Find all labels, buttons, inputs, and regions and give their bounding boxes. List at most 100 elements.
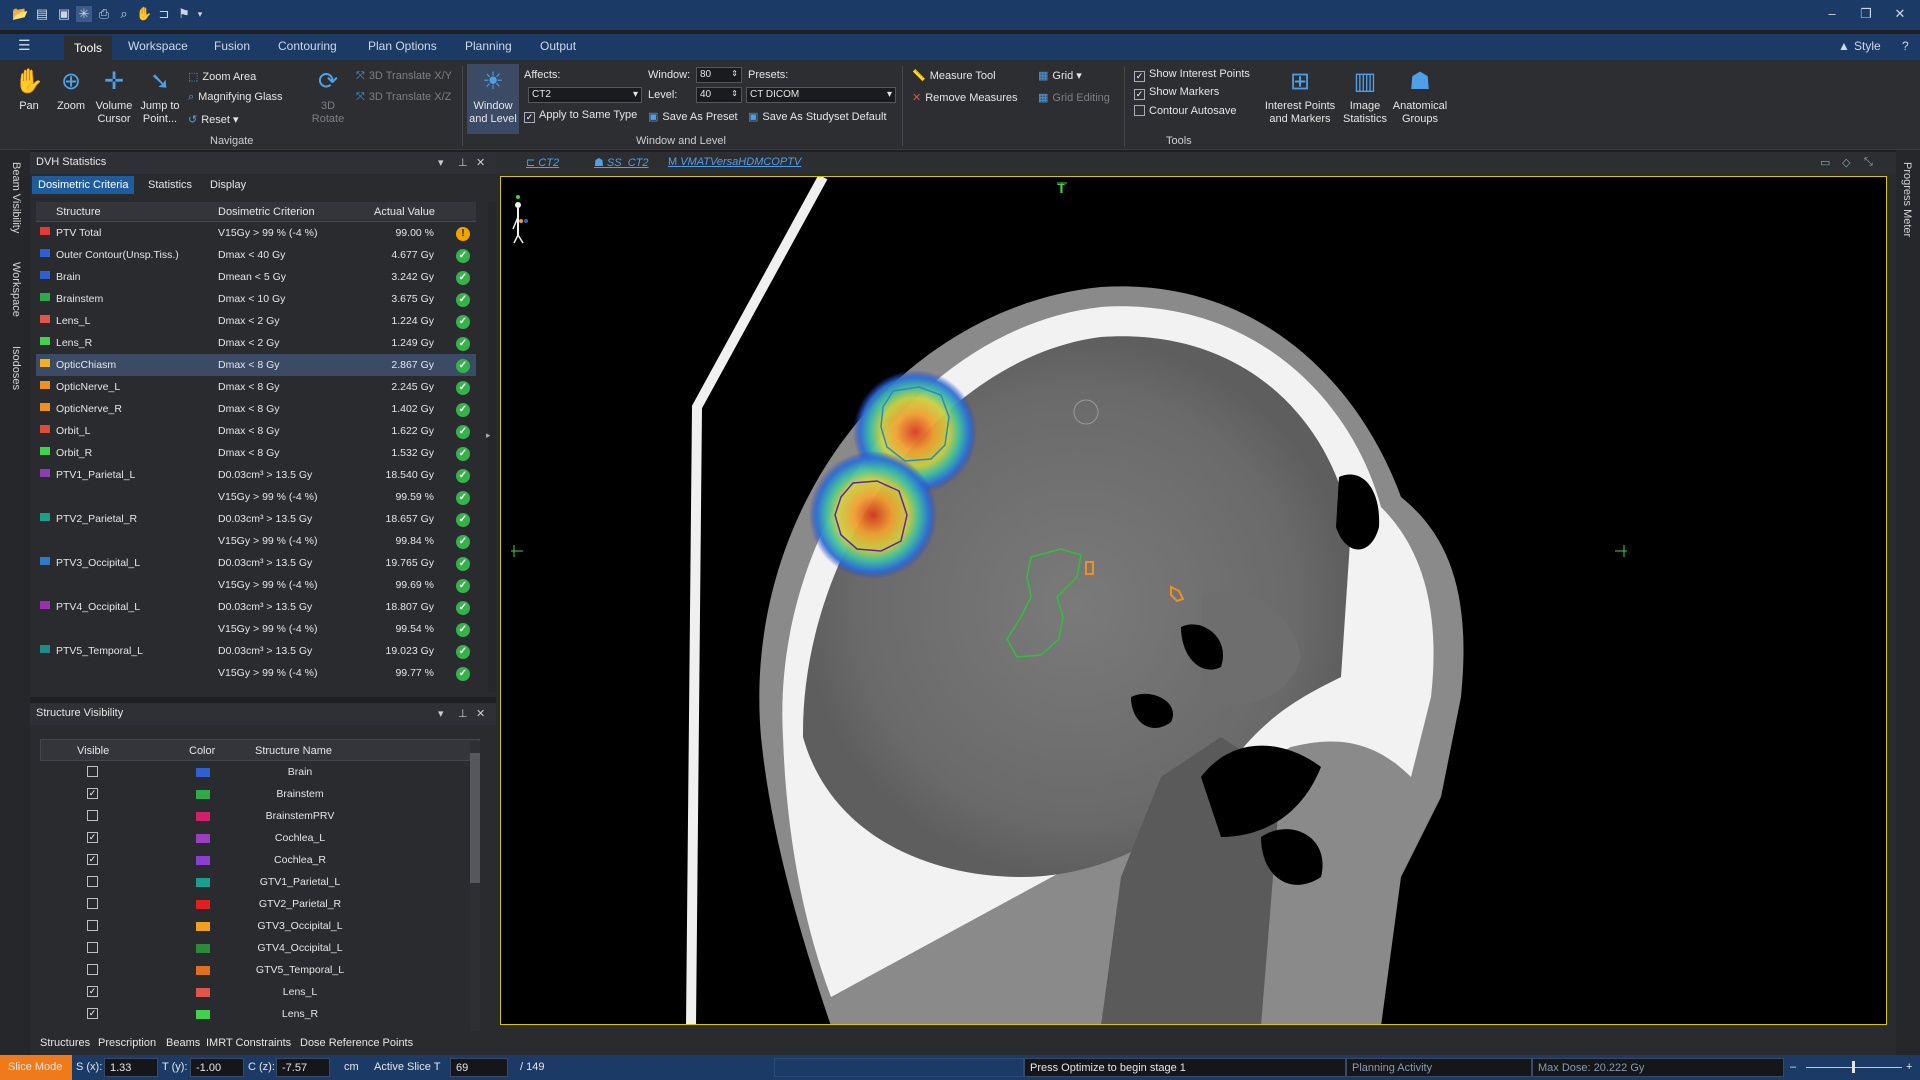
structure-color-swatch[interactable] — [196, 856, 210, 865]
structure-color-swatch[interactable] — [196, 790, 210, 799]
structure-color-swatch[interactable] — [196, 834, 210, 843]
visible-checkbox[interactable] — [87, 964, 98, 975]
magnifying-glass-button[interactable]: ⌕ Magnifying Glass — [188, 91, 283, 104]
pin-icon[interactable]: ⊥ — [458, 707, 468, 720]
style-menu[interactable]: Style — [1854, 39, 1881, 53]
zoom-out-icon[interactable]: – — [1790, 1061, 1796, 1073]
scrollbar[interactable] — [470, 741, 480, 1031]
dropdown-icon[interactable]: ▾ — [192, 6, 208, 22]
tab-workspace[interactable]: Workspace — [128, 39, 188, 53]
table-row[interactable]: PTV5_Temporal_L D0.03cm³ > 13.5 Gy 19.023 … — [36, 640, 476, 662]
scrollbar[interactable] — [488, 202, 496, 692]
show-markers-checkbox[interactable]: ✓ Show Markers — [1134, 86, 1219, 100]
tab-plan[interactable]: M VMATVersaHDMCOPTV — [668, 156, 801, 168]
tab-contouring[interactable]: Contouring — [278, 39, 337, 53]
zoom-icon[interactable]: ⌕ — [116, 6, 132, 22]
column-header-name[interactable]: Structure Name — [255, 745, 332, 757]
show-interest-points-checkbox[interactable]: ✓ Show Interest Points — [1134, 68, 1250, 82]
tab-statistics[interactable]: Statistics — [142, 176, 198, 194]
tab-ss-ct2[interactable]: ☗ SS_CT2 — [594, 156, 649, 169]
column-header-visible[interactable]: Visible — [77, 745, 109, 757]
close-button[interactable]: ✕ — [1892, 6, 1908, 22]
table-row[interactable]: PTV2_Parietal_R D0.03cm³ > 13.5 Gy 18.657 … — [36, 508, 476, 530]
anatomical-groups-button[interactable]: ☗ Anatomical Groups — [1390, 68, 1450, 126]
column-header-color[interactable]: Color — [189, 745, 215, 757]
print-icon[interactable]: ⎙ — [96, 6, 112, 22]
table-row[interactable]: V15Gy > 99 % (-4 %) 99.77 % ✓ — [36, 662, 476, 684]
measure-tool-button[interactable]: 📏 Measure Tool — [912, 69, 996, 82]
tab-beam-visibility[interactable]: Beam Visibility — [10, 162, 22, 233]
tab-tools[interactable]: Tools — [64, 36, 113, 60]
table-row[interactable]: GTV4_Occipital_L — [40, 937, 480, 959]
checkbox[interactable]: ✓ — [524, 112, 535, 123]
tab-structures[interactable]: Structures — [40, 1037, 90, 1049]
3d-translate-xy-button[interactable]: ⤧ 3D Translate X/Y — [356, 70, 452, 83]
table-row[interactable]: PTV3_Occipital_L D0.03cm³ > 13.5 Gy 19.765… — [36, 552, 476, 574]
pin-icon[interactable]: ⊥ — [458, 156, 468, 169]
presets-select[interactable]: CT DICOM ▾ — [746, 87, 896, 103]
table-row[interactable]: Brain Dmean < 5 Gy 3.242 Gy ✓ — [36, 266, 476, 288]
table-row[interactable]: V15Gy > 99 % (-4 %) 99.59 % ✓ — [36, 486, 476, 508]
column-header-criterion[interactable]: Dosimetric Criterion — [218, 206, 315, 218]
tab-plan-options[interactable]: Plan Options — [368, 39, 437, 53]
structure-color-swatch[interactable] — [196, 922, 210, 931]
table-row[interactable]: ✓ Lens_L — [40, 981, 480, 1003]
visible-checkbox[interactable] — [87, 920, 98, 931]
structure-color-swatch[interactable] — [196, 966, 210, 975]
tab-beams[interactable]: Beams — [166, 1037, 200, 1049]
hand-icon[interactable]: ✋ — [136, 6, 152, 22]
table-row[interactable]: GTV5_Temporal_L — [40, 959, 480, 981]
table-row[interactable]: OpticNerve_L Dmax < 8 Gy 2.245 Gy ✓ — [36, 376, 476, 398]
grid-editing-button[interactable]: ▦ Grid Editing — [1038, 91, 1110, 104]
collapse-icon[interactable]: ⤡ — [1864, 156, 1873, 169]
table-row[interactable]: V15Gy > 99 % (-4 %) 99.54 % ✓ — [36, 618, 476, 640]
c-coordinate-input[interactable]: -7.57 — [276, 1058, 330, 1077]
close-icon[interactable]: ✕ — [476, 156, 485, 169]
table-row[interactable]: Lens_R Dmax < 2 Gy 1.249 Gy ✓ — [36, 332, 476, 354]
minimize-button[interactable]: – — [1824, 6, 1840, 22]
interest-points-and-markers-button[interactable]: ⊞ Interest Points and Markers — [1262, 68, 1338, 126]
volume-cursor-button[interactable]: ✛ Volume Cursor — [92, 68, 136, 126]
t-coordinate-input[interactable]: -1.00 — [190, 1058, 244, 1077]
visible-checkbox[interactable] — [87, 810, 98, 821]
remove-measures-button[interactable]: ✕ Remove Measures — [912, 91, 1018, 104]
table-row[interactable]: GTV1_Parietal_L — [40, 871, 480, 893]
app-menu-icon[interactable]: ☰ — [18, 37, 31, 54]
open-folder-icon[interactable]: 📂 — [12, 6, 28, 22]
table-row[interactable]: ✓ Cochlea_R — [40, 849, 480, 871]
3d-translate-xz-button[interactable]: ⤧ 3D Translate X/Z — [356, 91, 451, 104]
table-row[interactable]: Orbit_R Dmax < 8 Gy 1.532 Gy ✓ — [36, 442, 476, 464]
restore-button[interactable]: ❐ — [1858, 6, 1874, 22]
visible-checkbox[interactable]: ✓ — [87, 986, 98, 997]
tab-progress-meter[interactable]: Progress Meter — [1901, 162, 1913, 237]
zoom-in-icon[interactable]: + — [1906, 1061, 1912, 1073]
visible-checkbox[interactable] — [87, 942, 98, 953]
table-row[interactable]: OpticChiasm Dmax < 8 Gy 2.867 Gy ✓ — [36, 354, 476, 376]
tab-fusion[interactable]: Fusion — [214, 39, 250, 53]
affects-select[interactable]: CT2 ▾ — [528, 87, 642, 103]
structure-color-swatch[interactable] — [196, 768, 210, 777]
structure-color-swatch[interactable] — [196, 878, 210, 887]
table-row[interactable]: GTV2_Parietal_R — [40, 893, 480, 915]
zoom-area-button[interactable]: ⬚ Zoom Area — [188, 70, 256, 83]
table-row[interactable]: Orbit_L Dmax < 8 Gy 1.622 Gy ✓ — [36, 420, 476, 442]
layout-icon[interactable]: ▭ — [1820, 156, 1830, 169]
tab-dosimetric-criteria[interactable]: Dosimetric Criteria — [32, 176, 135, 194]
column-header-value[interactable]: Actual Value — [374, 206, 435, 218]
table-row[interactable]: Outer Contour(Unsp.Tiss.) Dmax < 40 Gy 4.6… — [36, 244, 476, 266]
grid-button[interactable]: ▦ Grid ▾ — [1038, 69, 1082, 82]
table-row[interactable]: ✓ Brainstem — [40, 783, 480, 805]
table-row[interactable]: Brainstem Dmax < 10 Gy 3.675 Gy ✓ — [36, 288, 476, 310]
chevron-up-icon[interactable]: ▲ — [1838, 39, 1850, 53]
table-row[interactable]: Lens_L Dmax < 2 Gy 1.224 Gy ✓ — [36, 310, 476, 332]
tab-dose-reference-points[interactable]: Dose Reference Points — [300, 1037, 413, 1049]
table-row[interactable]: BrainstemPRV — [40, 805, 480, 827]
settings-icon[interactable]: ✳ — [76, 6, 92, 22]
visible-checkbox[interactable]: ✓ — [87, 788, 98, 799]
3d-rotate-button[interactable]: ⟳ 3D Rotate — [306, 68, 350, 126]
scrollbar-thumb[interactable] — [470, 753, 480, 883]
rotate-view-icon[interactable]: ◇ — [1842, 156, 1850, 169]
structure-color-swatch[interactable] — [196, 944, 210, 953]
chevron-down-icon[interactable]: ▾ — [438, 707, 444, 720]
table-row[interactable]: Brain — [40, 761, 480, 783]
